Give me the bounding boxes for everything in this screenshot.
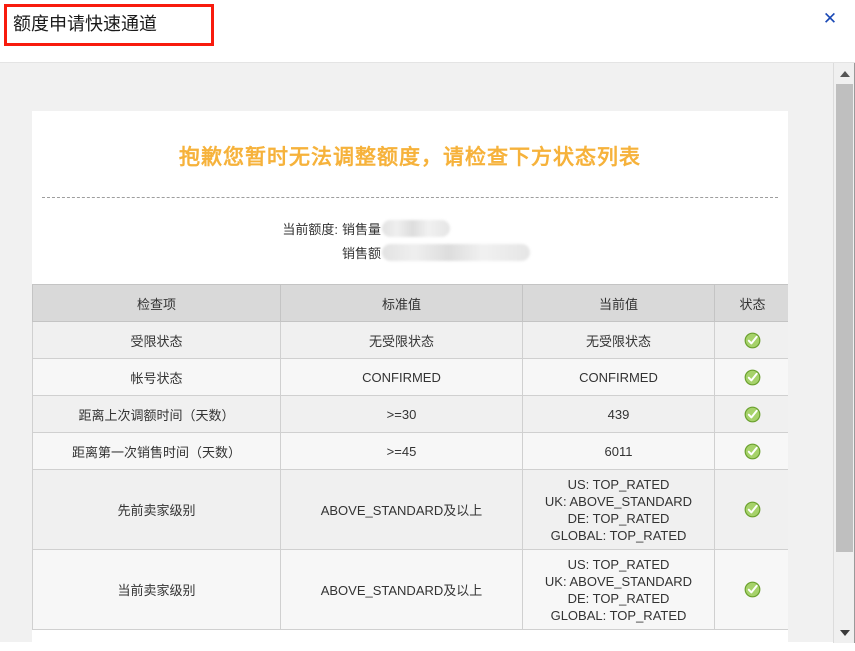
table-row: 帐号状态 CONFIRMED CONFIRMED — [32, 358, 788, 396]
cell-standard-value: ABOVE_STANDARD及以上 — [280, 469, 523, 550]
cell-check-item: 受限状态 — [32, 321, 281, 359]
status-ok-icon — [744, 501, 761, 518]
table-row: 距离上次调额时间（天数） >=30 439 — [32, 395, 788, 433]
cell-check-item: 先前卖家级别 — [32, 469, 281, 550]
cell-check-item: 当前卖家级别 — [32, 549, 281, 630]
table-row: 距离第一次销售时间（天数） >=45 6011 — [32, 432, 788, 470]
quota-row-sales-volume: 当前额度: 销售量 — [264, 216, 788, 240]
cell-status — [714, 549, 788, 630]
cell-status — [714, 469, 788, 550]
cell-status — [714, 358, 788, 396]
cell-current-value: US: TOP_RATED UK: ABOVE_STANDARD DE: TOP… — [522, 469, 715, 550]
page-title: 额度申请快速通道 — [13, 14, 157, 35]
table-row: 当前卖家级别 ABOVE_STANDARD及以上 US: TOP_RATED U… — [32, 549, 788, 630]
content-card: 抱歉您暂时无法调整额度，请检查下方状态列表 当前额度: 销售量 销售额 检查项 … — [32, 111, 788, 651]
cell-standard-value: CONFIRMED — [280, 358, 523, 396]
scrollbar-thumb[interactable] — [836, 84, 853, 552]
cell-status — [714, 321, 788, 359]
column-header-check-item: 检查项 — [32, 284, 281, 322]
eligibility-check-table: 检查项 标准值 当前值 状态 受限状态 无受限状态 无受限状态 帐号状态 CON… — [32, 284, 788, 630]
scroll-up-icon[interactable] — [834, 63, 855, 84]
cell-standard-value: >=45 — [280, 432, 523, 470]
table-header-row: 检查项 标准值 当前值 状态 — [32, 284, 788, 322]
table-row: 受限状态 无受限状态 无受限状态 — [32, 321, 788, 359]
cell-status — [714, 432, 788, 470]
quota-row-sales-amount: 销售额 — [264, 240, 788, 264]
cell-current-value: 6011 — [522, 432, 715, 470]
close-icon[interactable]: ✕ — [817, 6, 843, 32]
quota-label: 当前额度: — [282, 221, 338, 237]
scrollbar-track[interactable] — [834, 84, 855, 622]
status-ok-icon — [744, 443, 761, 460]
window-titlebar: 额度申请快速通道 ✕ — [0, 0, 855, 56]
column-header-status: 状态 — [714, 284, 788, 322]
warning-headline: 抱歉您暂时无法调整额度，请检查下方状态列表 — [179, 144, 641, 169]
scroll-down-icon[interactable] — [834, 622, 855, 643]
cell-current-value: 无受限状态 — [522, 321, 715, 359]
status-ok-icon — [744, 369, 761, 386]
status-ok-icon — [744, 581, 761, 598]
dialog-body-panel: 抱歉您暂时无法调整额度，请检查下方状态列表 当前额度: 销售量 销售额 检查项 … — [0, 62, 855, 651]
cell-check-item: 距离第一次销售时间（天数） — [32, 432, 281, 470]
redacted-value-sales-volume — [382, 219, 451, 237]
quota-key-sales-amount: 销售额 — [342, 245, 382, 261]
cell-check-item: 帐号状态 — [32, 358, 281, 396]
cell-current-value: CONFIRMED — [522, 358, 715, 396]
quota-summary: 当前额度: 销售量 销售额 — [32, 216, 788, 264]
cell-current-value: US: TOP_RATED UK: ABOVE_STANDARD DE: TOP… — [522, 549, 715, 630]
column-header-standard-value: 标准值 — [280, 284, 523, 322]
table-body: 受限状态 无受限状态 无受限状态 帐号状态 CONFIRMED CONFIRME… — [32, 321, 788, 630]
section-divider — [42, 197, 778, 198]
cell-check-item: 距离上次调额时间（天数） — [32, 395, 281, 433]
redacted-value-sales-amount — [382, 243, 531, 261]
cell-standard-value: >=30 — [280, 395, 523, 433]
table-row: 先前卖家级别 ABOVE_STANDARD及以上 US: TOP_RATED U… — [32, 469, 788, 550]
cell-standard-value: 无受限状态 — [280, 321, 523, 359]
cell-status — [714, 395, 788, 433]
quota-key-sales-volume: 销售量 — [342, 221, 382, 237]
status-ok-icon — [744, 406, 761, 423]
cell-standard-value: ABOVE_STANDARD及以上 — [280, 549, 523, 630]
vertical-scrollbar[interactable] — [833, 63, 855, 643]
status-ok-icon — [744, 332, 761, 349]
cell-current-value: 439 — [522, 395, 715, 433]
column-header-current-value: 当前值 — [522, 284, 715, 322]
